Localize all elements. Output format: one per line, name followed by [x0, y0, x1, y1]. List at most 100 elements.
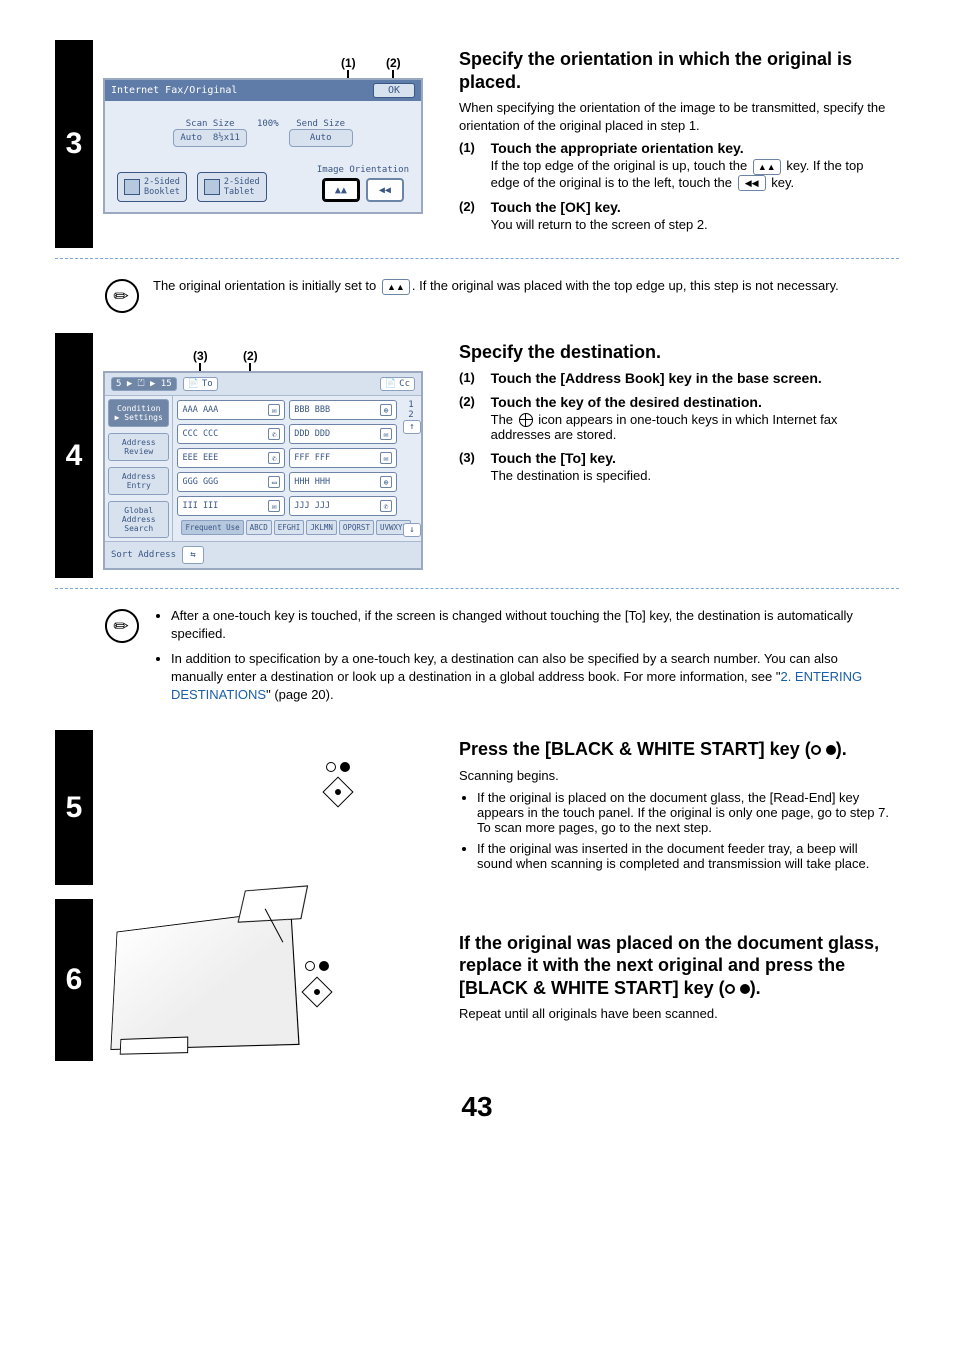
mail-icon: ✉: [268, 404, 280, 416]
scan-size-value[interactable]: Auto 8½x11: [173, 129, 247, 147]
step3-illustration: (1) (2) Internet Fax/Original OK Scan Si…: [103, 48, 443, 240]
global-address-search-button[interactable]: GlobalAddress Search: [108, 501, 169, 538]
scan-size-label: Scan Size: [173, 119, 247, 129]
onetouch-key[interactable]: HHH HHH⊕: [289, 472, 397, 492]
send-size-label: Send Size: [289, 119, 353, 129]
sub-num-1-s4: (1): [459, 370, 487, 385]
phone-icon: ✆: [268, 452, 280, 464]
globe-icon: ⊕: [380, 476, 392, 488]
step3-sub1-heading: Touch the appropriate orientation key.: [491, 140, 744, 156]
callout-3-s4: (3): [193, 349, 208, 363]
mail-icon: ✉: [380, 428, 392, 440]
percent-label: 100%: [257, 119, 279, 129]
step5-illustration: [103, 738, 443, 877]
callout-2-s4: (2): [243, 349, 258, 363]
callout-2: (2): [386, 56, 401, 70]
two-sided-booklet-button[interactable]: 2-Sided Booklet: [117, 172, 187, 202]
orientation-top-icon: ▲▲: [753, 159, 781, 175]
scroll-up-button[interactable]: ↑: [403, 420, 421, 434]
onetouch-key[interactable]: FFF FFF✉: [289, 448, 397, 468]
page-number: 43: [55, 1091, 899, 1123]
folder-icon: ▭: [268, 476, 280, 488]
step-number-6: 6: [55, 899, 93, 1061]
step-number-4: 4: [55, 333, 93, 578]
sub-num-2-s4: (2): [459, 394, 487, 409]
onetouch-key[interactable]: BBB BBB⊕: [289, 400, 397, 420]
sub-num-2: (2): [459, 199, 487, 214]
step3-title: Specify the orientation in which the ori…: [459, 48, 893, 93]
condition-settings-button[interactable]: Condition▶ Settings: [108, 399, 169, 427]
phone-icon: ✆: [268, 428, 280, 440]
address-entry-button[interactable]: Address Entry: [108, 467, 169, 495]
orientation-left-icon: ◀◀: [738, 175, 766, 191]
step4-note-bullet-2: In addition to specification by a one-to…: [171, 650, 889, 705]
onetouch-key[interactable]: EEE EEE✆: [177, 448, 285, 468]
address-grid: AAA AAA✉ BBB BBB⊕ CCC CCC✆ DDD DDD✉ EEE …: [173, 396, 401, 541]
note-icon: ✎: [102, 607, 141, 646]
onetouch-key[interactable]: III III✉: [177, 496, 285, 516]
step4-sub3-heading: Touch the [To] key.: [491, 450, 616, 466]
mfp-device-icon: [110, 910, 299, 1050]
address-review-button[interactable]: Address Review: [108, 433, 169, 461]
send-size-value[interactable]: Auto: [289, 129, 353, 147]
onetouch-key[interactable]: AAA AAA✉: [177, 400, 285, 420]
phone-icon: ✆: [380, 500, 392, 512]
page-top-indicator: 1: [403, 400, 419, 410]
dashed-separator: [55, 258, 899, 259]
step3-sub1-body: If the top edge of the original is up, t…: [491, 158, 893, 191]
panel-ok-button[interactable]: OK: [373, 83, 415, 98]
step-number-5: 5: [55, 730, 93, 885]
step6-p1: Repeat until all originals have been sca…: [459, 1005, 893, 1023]
sub-num-3-s4: (3): [459, 450, 487, 465]
cc-button[interactable]: 📄 Cc: [380, 377, 415, 391]
page-bot-indicator: 2: [403, 410, 419, 420]
orientation-label: Image Orientation: [317, 165, 409, 175]
tab-frequent[interactable]: Frequent Use: [181, 520, 243, 535]
step3-intro: When specifying the orientation of the i…: [459, 99, 893, 134]
onetouch-key[interactable]: CCC CCC✆: [177, 424, 285, 444]
step5-bullet-1: If the original is placed on the documen…: [477, 790, 893, 835]
step6-title: If the original was placed on the docume…: [459, 932, 893, 1000]
tablet-icon: [204, 179, 220, 195]
start-key-icon: [301, 976, 332, 1007]
callout-1: (1): [341, 56, 356, 70]
tab-efghi[interactable]: EFGHI: [274, 520, 305, 535]
step4-sub1-heading: Touch the [Address Book] key in the base…: [491, 370, 822, 386]
dashed-separator: [55, 588, 899, 589]
step4-sub2-heading: Touch the key of the desired destination…: [491, 394, 762, 410]
onetouch-key[interactable]: GGG GGG▭: [177, 472, 285, 492]
orientation-top-icon: ▲▲: [382, 279, 410, 295]
step4-sub2-body: The icon appears in one-touch keys in wh…: [491, 412, 893, 443]
step6-illustration: [103, 913, 443, 1047]
mail-icon: ✉: [268, 500, 280, 512]
step5-bullet-2: If the original was inserted in the docu…: [477, 841, 893, 871]
globe-icon: ⊕: [380, 404, 392, 416]
step3-sub2-body: You will return to the screen of step 2.: [491, 217, 893, 232]
step-number-3: 3: [55, 40, 93, 248]
scroll-down-button[interactable]: ↓: [403, 523, 421, 537]
step4-sub3-body: The destination is specified.: [491, 468, 893, 483]
orientation-portrait-button[interactable]: ▲▲: [322, 178, 360, 202]
onetouch-key[interactable]: DDD DDD✉: [289, 424, 397, 444]
tab-jklmn[interactable]: JKLMN: [306, 520, 337, 535]
step4-illustration: (3) (2) 5 ▶ ⏍ ▶ 15 📄 To 📄 Cc Condition▶ …: [103, 341, 443, 570]
tab-opqrst[interactable]: OPQRST: [339, 520, 374, 535]
start-key-icon: [322, 777, 353, 808]
counter-indicator: 5 ▶ ⏍ ▶ 15: [111, 377, 177, 391]
step4-title: Specify the destination.: [459, 341, 893, 364]
tab-abcd[interactable]: ABCD: [246, 520, 272, 535]
two-sided-tablet-button[interactable]: 2-Sided Tablet: [197, 172, 267, 202]
sub-num-1: (1): [459, 140, 487, 155]
sort-toggle-button[interactable]: ⇆: [182, 546, 204, 564]
panel-title: Internet Fax/Original: [111, 85, 237, 96]
note-icon: ✎: [102, 277, 141, 316]
orientation-landscape-button[interactable]: ◀◀: [366, 178, 404, 202]
onetouch-key[interactable]: JJJ JJJ✆: [289, 496, 397, 516]
sort-address-label: Sort Address: [111, 550, 176, 560]
step3-sub2-heading: Touch the [OK] key.: [491, 199, 621, 215]
step5-title: Press the [BLACK & WHITE START] key ( ).: [459, 738, 893, 761]
to-button[interactable]: 📄 To: [183, 377, 218, 391]
step5-p1: Scanning begins.: [459, 767, 893, 785]
internet-fax-icon: [519, 413, 533, 427]
mail-icon: ✉: [380, 452, 392, 464]
